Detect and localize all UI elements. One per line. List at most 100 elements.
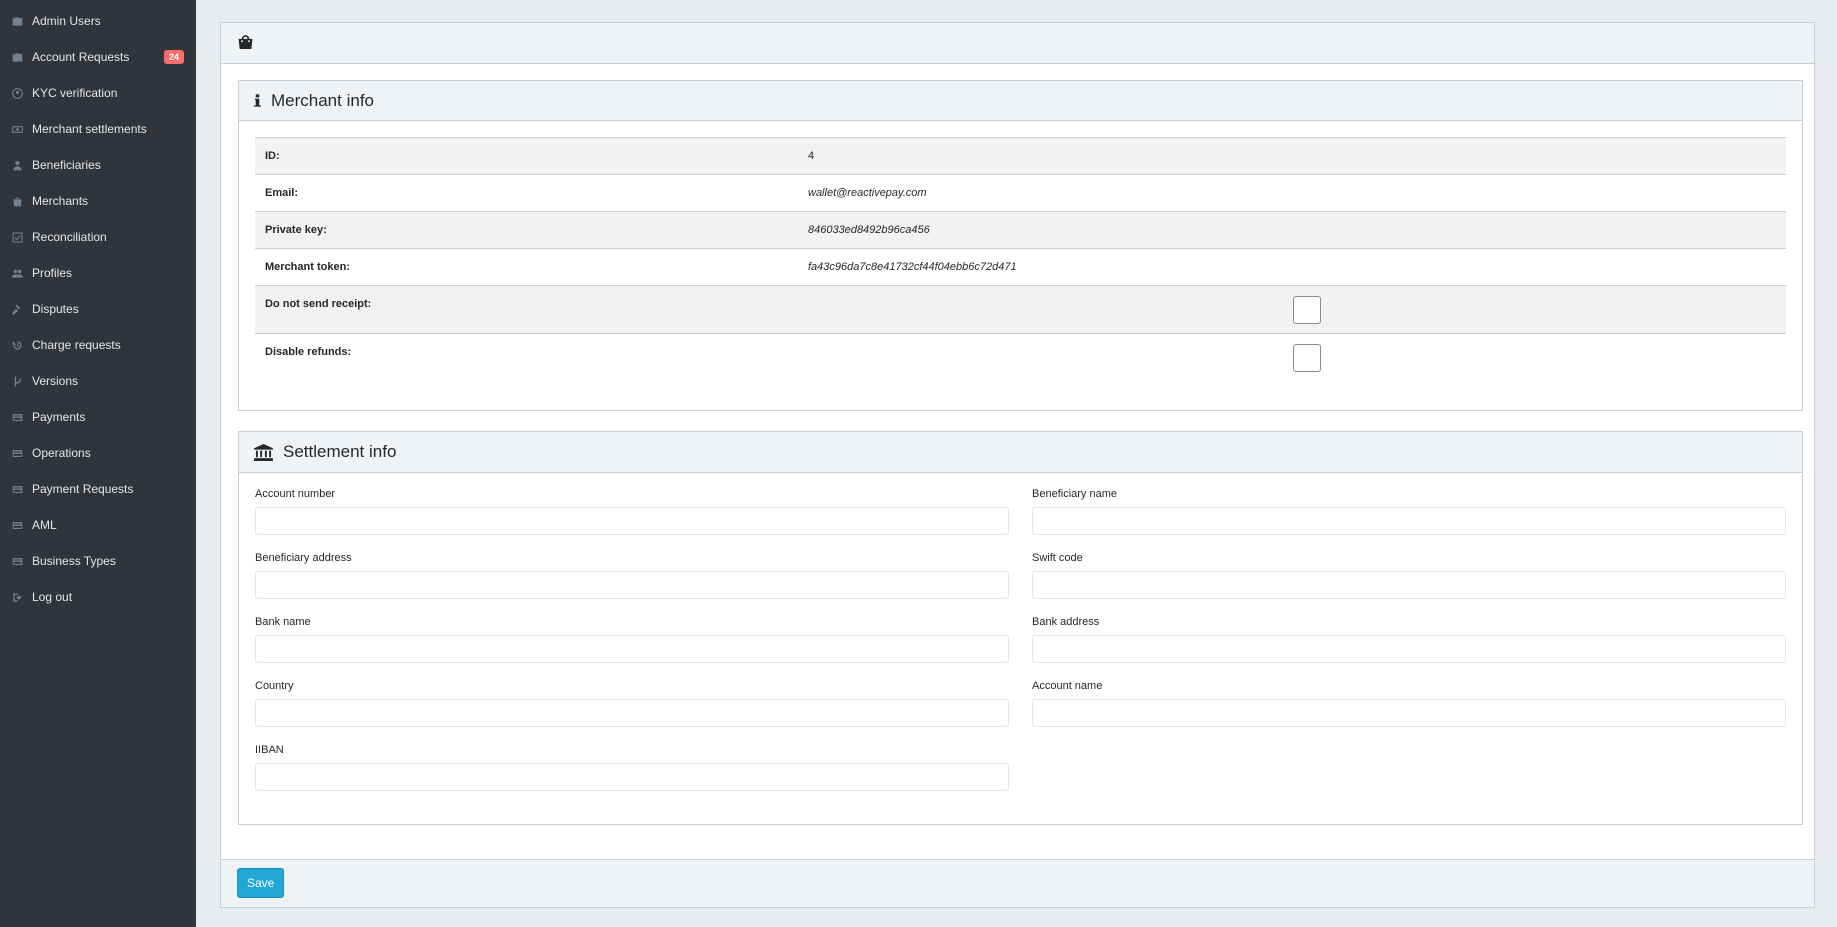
sidebar-item-merchants[interactable]: Merchants [0,183,196,219]
iiban-input[interactable] [255,763,1009,791]
merchant-info-header: Merchant info [239,81,1802,121]
merchant-card: Merchant info ID: 4 Email: wallet@reacti… [220,22,1815,908]
beneficiary-name-input[interactable] [1032,507,1786,535]
sidebar-item-operations[interactable]: Operations [0,435,196,471]
gavel-icon [10,302,24,316]
swift-code-label: Swift code [1032,552,1083,564]
table-row: ID: 4 [255,137,1786,175]
bank-address-input[interactable] [1032,635,1786,663]
user-icon [10,158,24,172]
account-number-input[interactable] [255,507,1009,535]
beneficiary-address-input[interactable] [255,571,1009,599]
iiban-group: IIBAN [255,744,1009,791]
credit-card-icon [10,554,24,568]
table-row: Email: wallet@reactivepay.com [255,174,1786,212]
country-input[interactable] [255,699,1009,727]
sidebar-item-payment-requests[interactable]: Payment Requests [0,471,196,507]
table-row: Merchant token: fa43c96da7c8e41732cf44f0… [255,248,1786,286]
main-content: Merchant info ID: 4 Email: wallet@reacti… [196,0,1837,927]
bank-name-group: Bank name [255,616,1009,663]
swift-code-input[interactable] [1032,571,1786,599]
iiban-label: IIBAN [255,744,284,756]
save-button[interactable]: Save [237,868,285,898]
settlement-info-title: Settlement info [283,442,397,461]
settlement-info-panel: Settlement info Account number Beneficia… [238,431,1803,825]
merchant-info-table: ID: 4 Email: wallet@reactivepay.com Priv… [255,137,1786,382]
sidebar-item-label: Beneficiaries [32,158,101,172]
table-row: Do not send receipt: [255,285,1786,334]
private-key-label: Private key: [255,211,798,249]
sidebar-item-account-requests[interactable]: Account Requests 24 [0,39,196,75]
account-requests-badge: 24 [163,50,184,64]
sidebar-item-log-out[interactable]: Log out [0,579,196,615]
money-icon [10,122,24,136]
sidebar-item-merchant-settlements[interactable]: Merchant settlements [0,111,196,147]
no-receipt-label: Do not send receipt: [255,285,798,334]
sidebar-item-label: Operations [32,446,91,460]
country-label: Country [255,680,294,692]
sidebar-item-profiles[interactable]: Profiles [0,255,196,291]
country-group: Country [255,680,1009,727]
email-label: Email: [255,174,798,212]
sidebar-item-versions[interactable]: Versions [0,363,196,399]
users-icon [10,266,24,280]
disable-refunds-cell [798,333,1786,382]
no-receipt-checkbox[interactable] [1293,296,1321,324]
user-circle-icon [10,86,24,100]
beneficiary-address-group: Beneficiary address [255,552,1009,599]
bank-icon [254,443,273,461]
sidebar-item-label: Profiles [32,266,73,280]
bank-name-input[interactable] [255,635,1009,663]
sidebar-item-label: Business Types [32,554,116,568]
code-branch-icon [10,374,24,388]
sidebar-item-label: Versions [32,374,79,388]
account-name-input[interactable] [1032,699,1786,727]
sidebar-item-beneficiaries[interactable]: Beneficiaries [0,147,196,183]
sidebar-item-label: Disputes [32,302,79,316]
sidebar-item-label: Admin Users [32,14,101,28]
credit-card-icon [10,446,24,460]
sidebar-item-disputes[interactable]: Disputes [0,291,196,327]
merchant-token-label: Merchant token: [255,248,798,286]
sidebar-item-kyc-verification[interactable]: KYC verification [0,75,196,111]
beneficiary-address-label: Beneficiary address [255,552,352,564]
merchant-info-title: Merchant info [271,90,374,110]
history-icon [10,338,24,352]
sidebar-item-payments[interactable]: Payments [0,399,196,435]
id-label: ID: [255,137,798,175]
bank-name-label: Bank name [255,616,311,628]
account-number-group: Account number [255,488,1009,535]
shopping-bag-icon [237,33,254,53]
account-number-label: Account number [255,488,336,500]
beneficiary-name-label: Beneficiary name [1032,488,1117,500]
email-value: wallet@reactivepay.com [798,174,1786,212]
account-name-label: Account name [1032,680,1103,692]
id-value: 4 [798,137,1786,175]
sidebar-item-reconciliation[interactable]: Reconciliation [0,219,196,255]
table-row: Private key: 846033ed8492b96ca456 [255,211,1786,249]
sidebar-item-admin-users[interactable]: Admin Users [0,3,196,39]
card-header [221,23,1814,64]
briefcase-icon [10,50,24,64]
disable-refunds-checkbox[interactable] [1293,344,1321,372]
sidebar-item-charge-requests[interactable]: Charge requests [0,327,196,363]
sidebar-item-label: Charge requests [32,338,121,352]
sidebar-item-label: Account Requests [32,50,130,64]
settlement-info-header: Settlement info [239,432,1802,473]
briefcase-icon [10,14,24,28]
merchant-token-value: fa43c96da7c8e41732cf44f04ebb6c72d471 [798,248,1786,286]
merchant-info-panel: Merchant info ID: 4 Email: wallet@reacti… [238,80,1803,411]
sidebar-item-label: Payments [32,410,86,424]
credit-card-icon [10,410,24,424]
sidebar: Admin Users Account Requests 24 KYC veri… [0,0,196,927]
sidebar-item-label: Payment Requests [32,482,134,496]
shopping-bag-icon [10,194,24,208]
sidebar-item-label: Log out [32,590,73,604]
sidebar-item-label: Merchants [32,194,89,208]
credit-card-icon [10,482,24,496]
sidebar-item-business-types[interactable]: Business Types [0,543,196,579]
sidebar-item-label: KYC verification [32,86,118,100]
sidebar-item-label: Merchant settlements [32,122,147,136]
info-icon [254,93,261,108]
sidebar-item-aml[interactable]: AML [0,507,196,543]
